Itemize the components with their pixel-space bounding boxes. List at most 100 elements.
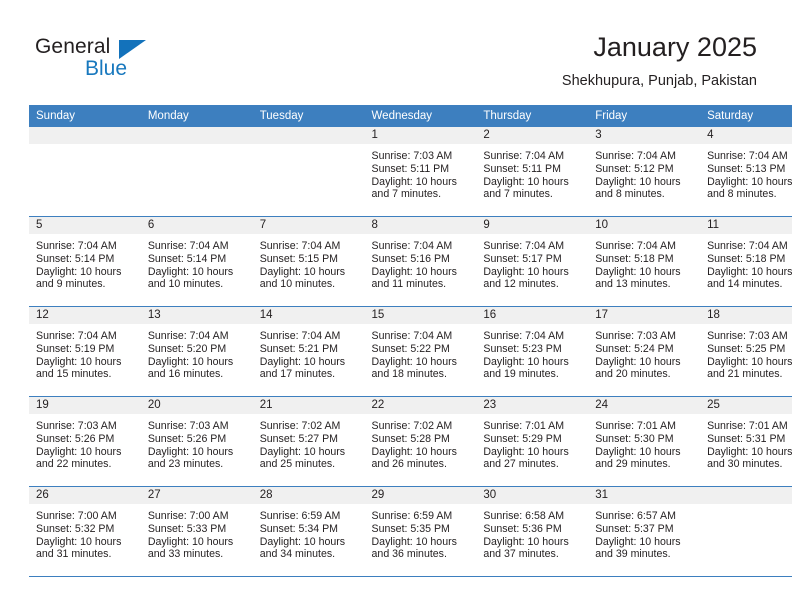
calendar-day-cell-empty xyxy=(252,127,365,217)
sunset-text: Sunset: 5:33 PM xyxy=(147,522,227,535)
daylight-text-line2: and 21 minutes. xyxy=(707,368,783,381)
day-cell-details: Sunrise: 7:01 AM Sunset: 5:30 PM Daylight:… xyxy=(588,414,700,471)
calendar-day-cell[interactable]: 31 Sunrise: 6:57 AM Sunset: 5:37 PM Dayligh… xyxy=(588,486,701,577)
daylight-text-line2: and 9 minutes. xyxy=(36,278,106,291)
calendar-week-row: 26 Sunrise: 7:00 AM Sunset: 5:32 PM Dayligh… xyxy=(29,486,792,577)
daylight-text-line2: and 26 minutes. xyxy=(371,458,447,471)
weekday-header-friday: Friday xyxy=(588,105,701,127)
calendar-day-cell[interactable]: 13 Sunrise: 7:04 AM Sunset: 5:20 PM Dayligh… xyxy=(140,306,253,397)
day-cell-inner: 23 Sunrise: 7:01 AM Sunset: 5:29 PM Dayligh… xyxy=(476,397,589,486)
calendar-day-cell[interactable]: 14 Sunrise: 7:04 AM Sunset: 5:21 PM Dayligh… xyxy=(252,306,365,397)
calendar-day-cell[interactable]: 22 Sunrise: 7:02 AM Sunset: 5:28 PM Dayligh… xyxy=(364,396,477,487)
sunrise-text: Sunrise: 7:03 AM xyxy=(147,420,229,432)
daylight-text-line1: Daylight: 10 hours xyxy=(371,445,457,458)
sunset-text: Sunset: 5:26 PM xyxy=(147,432,227,445)
calendar-day-cell[interactable]: 1 Sunrise: 7:03 AM Sunset: 5:11 PM Daylight… xyxy=(364,127,477,217)
calendar-day-cell[interactable]: 24 Sunrise: 7:01 AM Sunset: 5:30 PM Dayligh… xyxy=(588,396,701,487)
day-cell-inner: 21 Sunrise: 7:02 AM Sunset: 5:27 PM Dayligh… xyxy=(252,397,365,486)
calendar-day-cell[interactable]: 7 Sunrise: 7:04 AM Sunset: 5:15 PM Daylight… xyxy=(252,216,365,307)
day-cell-details: Sunrise: 7:04 AM Sunset: 5:18 PM Daylight:… xyxy=(588,234,700,291)
calendar-day-cell[interactable]: 3 Sunrise: 7:04 AM Sunset: 5:12 PM Daylight… xyxy=(588,127,701,217)
daylight-text-line2: and 7 minutes. xyxy=(371,188,442,201)
day-cell-details: Sunrise: 7:01 AM Sunset: 5:29 PM Daylight:… xyxy=(476,414,588,471)
day-cell-details: Sunrise: 7:02 AM Sunset: 5:27 PM Daylight:… xyxy=(253,414,365,471)
day-cell-details: Sunrise: 7:04 AM Sunset: 5:20 PM Daylight:… xyxy=(141,324,253,381)
daylight-text-line2: and 8 minutes. xyxy=(707,188,777,201)
day-cell-details: Sunrise: 7:04 AM Sunset: 5:23 PM Daylight:… xyxy=(476,324,588,381)
calendar-week-row: 12 Sunrise: 7:04 AM Sunset: 5:19 PM Dayligh… xyxy=(29,306,792,397)
sunrise-text: Sunrise: 7:04 AM xyxy=(595,150,676,162)
daylight-text-line1: Daylight: 10 hours xyxy=(595,535,681,548)
day-cell-inner xyxy=(140,127,253,216)
calendar-day-cell[interactable]: 25 Sunrise: 7:01 AM Sunset: 5:31 PM Dayligh… xyxy=(700,396,792,487)
day-cell-details: Sunrise: 7:04 AM Sunset: 5:22 PM Daylight:… xyxy=(365,324,477,381)
calendar-day-cell[interactable]: 17 Sunrise: 7:03 AM Sunset: 5:24 PM Dayligh… xyxy=(588,306,701,397)
day-number: 28 xyxy=(252,487,365,504)
calendar-day-cell[interactable]: 27 Sunrise: 7:00 AM Sunset: 5:33 PM Dayligh… xyxy=(140,486,253,577)
day-cell-inner: 19 Sunrise: 7:03 AM Sunset: 5:26 PM Dayligh… xyxy=(29,397,141,486)
daylight-text-line2: and 14 minutes. xyxy=(707,278,783,291)
daylight-text-line1: Daylight: 10 hours xyxy=(259,535,346,548)
daylight-text-line2: and 20 minutes. xyxy=(595,368,671,381)
calendar-day-cell[interactable]: 11 Sunrise: 7:04 AM Sunset: 5:18 PM Dayligh… xyxy=(700,216,792,307)
sunset-text: Sunset: 5:24 PM xyxy=(595,342,674,355)
sunrise-text: Sunrise: 6:58 AM xyxy=(483,510,565,522)
calendar-day-cell[interactable]: 10 Sunrise: 7:04 AM Sunset: 5:18 PM Dayligh… xyxy=(588,216,701,307)
sunrise-text: Sunrise: 6:57 AM xyxy=(595,510,676,522)
daylight-text-line1: Daylight: 10 hours xyxy=(707,355,792,368)
sunrise-text: Sunrise: 7:02 AM xyxy=(259,420,341,432)
calendar-day-cell[interactable]: 21 Sunrise: 7:02 AM Sunset: 5:27 PM Dayligh… xyxy=(252,396,365,487)
sunset-text: Sunset: 5:27 PM xyxy=(259,432,339,445)
daylight-text-line1: Daylight: 10 hours xyxy=(595,445,681,458)
daylight-text-line1: Daylight: 10 hours xyxy=(36,355,122,368)
sunrise-text: Sunrise: 7:01 AM xyxy=(707,420,788,432)
calendar-day-cell[interactable]: 2 Sunrise: 7:04 AM Sunset: 5:11 PM Daylight… xyxy=(476,127,589,217)
calendar-day-cell[interactable]: 28 Sunrise: 6:59 AM Sunset: 5:34 PM Dayligh… xyxy=(252,486,365,577)
daylight-text-line1: Daylight: 10 hours xyxy=(147,265,234,278)
sunset-text: Sunset: 5:20 PM xyxy=(147,342,227,355)
calendar-day-cell[interactable]: 12 Sunrise: 7:04 AM Sunset: 5:19 PM Dayligh… xyxy=(29,306,141,397)
calendar-day-cell[interactable]: 30 Sunrise: 6:58 AM Sunset: 5:36 PM Dayligh… xyxy=(476,486,589,577)
calendar-day-cell[interactable]: 26 Sunrise: 7:00 AM Sunset: 5:32 PM Dayligh… xyxy=(29,486,141,577)
calendar-day-cell[interactable]: 23 Sunrise: 7:01 AM Sunset: 5:29 PM Dayligh… xyxy=(476,396,589,487)
daylight-text-line1: Daylight: 10 hours xyxy=(483,355,569,368)
sunrise-text: Sunrise: 7:04 AM xyxy=(371,330,453,342)
day-number: 21 xyxy=(252,397,365,414)
daylight-text-line2: and 30 minutes. xyxy=(707,458,783,471)
sunset-text: Sunset: 5:29 PM xyxy=(483,432,562,445)
calendar-day-cell[interactable]: 29 Sunrise: 6:59 AM Sunset: 5:35 PM Dayligh… xyxy=(364,486,477,577)
daylight-text-line1: Daylight: 10 hours xyxy=(483,175,569,188)
calendar-body: 1 Sunrise: 7:03 AM Sunset: 5:11 PM Daylight… xyxy=(29,127,792,577)
day-number: 10 xyxy=(588,217,701,234)
daylight-text-line1: Daylight: 10 hours xyxy=(595,175,681,188)
calendar-day-cell[interactable]: 4 Sunrise: 7:04 AM Sunset: 5:13 PM Daylight… xyxy=(700,127,792,217)
sunrise-text: Sunrise: 7:04 AM xyxy=(483,240,565,252)
day-cell-inner: 5 Sunrise: 7:04 AM Sunset: 5:14 PM Daylight… xyxy=(29,217,141,306)
day-cell-details: Sunrise: 7:03 AM Sunset: 5:26 PM Daylight:… xyxy=(29,414,141,471)
day-cell-details: Sunrise: 7:03 AM Sunset: 5:24 PM Daylight:… xyxy=(588,324,700,381)
sunrise-text: Sunrise: 7:02 AM xyxy=(371,420,453,432)
calendar-day-cell[interactable]: 6 Sunrise: 7:04 AM Sunset: 5:14 PM Daylight… xyxy=(140,216,253,307)
page-header: General Blue January 2025 Shekhupura, Pu… xyxy=(0,0,792,100)
day-number: 5 xyxy=(29,217,141,234)
calendar-day-cell[interactable]: 5 Sunrise: 7:04 AM Sunset: 5:14 PM Daylight… xyxy=(29,216,141,307)
daylight-text-line1: Daylight: 10 hours xyxy=(259,445,346,458)
sunrise-text: Sunrise: 7:04 AM xyxy=(707,150,788,162)
calendar-day-cell[interactable]: 8 Sunrise: 7:04 AM Sunset: 5:16 PM Daylight… xyxy=(364,216,477,307)
calendar-day-cell[interactable]: 15 Sunrise: 7:04 AM Sunset: 5:22 PM Dayligh… xyxy=(364,306,477,397)
calendar-day-cell[interactable]: 18 Sunrise: 7:03 AM Sunset: 5:25 PM Dayligh… xyxy=(700,306,792,397)
day-cell-details xyxy=(29,144,141,150)
sunset-text: Sunset: 5:34 PM xyxy=(259,522,339,535)
calendar-day-cell[interactable]: 20 Sunrise: 7:03 AM Sunset: 5:26 PM Dayligh… xyxy=(140,396,253,487)
sunrise-text: Sunrise: 7:04 AM xyxy=(483,330,565,342)
day-cell-details: Sunrise: 7:04 AM Sunset: 5:15 PM Daylight:… xyxy=(253,234,365,291)
calendar-day-cell[interactable]: 9 Sunrise: 7:04 AM Sunset: 5:17 PM Daylight… xyxy=(476,216,589,307)
day-cell-inner: 10 Sunrise: 7:04 AM Sunset: 5:18 PM Dayligh… xyxy=(588,217,701,306)
day-number xyxy=(700,487,792,504)
calendar-day-cell[interactable]: 16 Sunrise: 7:04 AM Sunset: 5:23 PM Dayligh… xyxy=(476,306,589,397)
daylight-text-line2: and 34 minutes. xyxy=(259,548,336,561)
calendar-day-cell[interactable]: 19 Sunrise: 7:03 AM Sunset: 5:26 PM Dayligh… xyxy=(29,396,141,487)
day-number: 12 xyxy=(29,307,141,324)
day-number: 9 xyxy=(476,217,589,234)
day-number: 31 xyxy=(588,487,701,504)
